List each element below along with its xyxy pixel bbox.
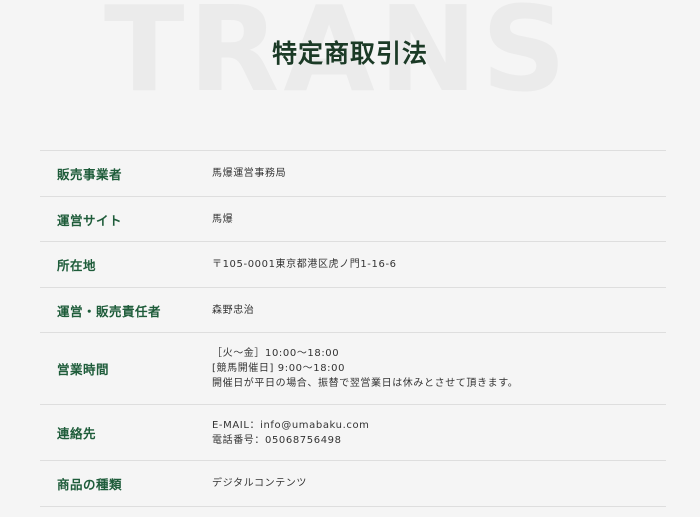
row-manager: 運営・販売責任者 森野忠治 [40, 288, 666, 333]
value-line: [競馬開催日] 9:00〜18:00 [212, 363, 346, 374]
row-value: ［火〜金］10:00〜18:00 [競馬開催日] 9:00〜18:00 開催日が… [212, 346, 666, 391]
row-contact: 連絡先 E-MAIL：info@umabaku.com 電話番号：0506875… [40, 405, 666, 461]
row-value: 森野忠治 [212, 303, 666, 318]
row-label: 販売事業者 [57, 167, 123, 182]
value-line: デジタルコンテンツ [212, 478, 307, 489]
row-label: 運営サイト [57, 212, 123, 228]
value-line: 〒105-0001東京都港区虎ノ門1-16-6 [212, 259, 397, 270]
value-line: 森野忠治 [212, 304, 255, 316]
row-seller: 販売事業者 馬爆運営事務局 [40, 151, 666, 197]
email-link[interactable]: E-MAIL：info@umabaku.com [212, 418, 666, 433]
row-value: 馬爆運営事務局 [212, 166, 666, 181]
row-business-hours: 営業時間 ［火〜金］10:00〜18:00 [競馬開催日] 9:00〜18:00… [40, 333, 666, 405]
row-value: 馬爆 [212, 212, 666, 227]
value-line: ［火〜金］10:00〜18:00 [212, 348, 340, 359]
row-address: 所在地 〒105-0001東京都港区虎ノ門1-16-6 [40, 242, 666, 288]
value-line: 馬爆 [212, 213, 234, 225]
row-value: 〒105-0001東京都港区虎ノ門1-16-6 [212, 257, 666, 272]
row-label: 運営・販売責任者 [57, 303, 162, 319]
phone-number: 電話番号：05068756498 [212, 434, 342, 446]
row-label: 所在地 [57, 258, 97, 273]
page-title: 特定商取引法 [271, 39, 428, 68]
value-line: 馬爆運営事務局 [212, 168, 287, 179]
row-value: E-MAIL：info@umabaku.com 電話番号：05068756498 [212, 418, 666, 448]
row-value: デジタルコンテンツ [212, 476, 666, 491]
row-label: 営業時間 [57, 362, 110, 377]
legal-info-table: 販売事業者 馬爆運営事務局 運営サイト 馬爆 所在地 〒105-0001東京都港… [40, 150, 666, 507]
row-product-type: 商品の種類 デジタルコンテンツ [40, 461, 666, 507]
row-site: 運営サイト 馬爆 [40, 197, 666, 242]
row-label: 連絡先 [57, 426, 97, 441]
value-line: 開催日が平日の場合、振替で翌営業日は休みとさせて頂きます。 [212, 378, 519, 389]
row-label: 商品の種類 [57, 477, 123, 492]
